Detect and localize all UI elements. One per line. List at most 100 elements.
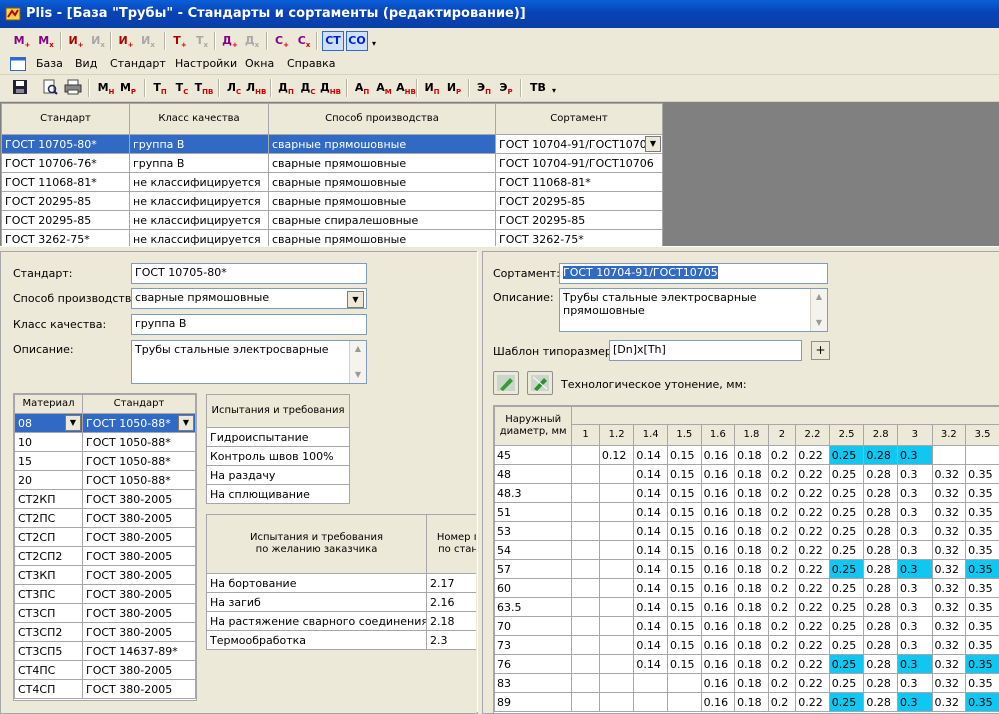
col-header-quality[interactable]: Класс качества [130, 104, 269, 135]
thinning-cell[interactable]: 0.3 [897, 446, 932, 465]
thinning-cell[interactable]: 0.15 [668, 446, 702, 465]
thickness-header[interactable]: 2.2 [796, 425, 830, 446]
toolbar3-button-7[interactable]: ДП [276, 78, 296, 98]
test-cell[interactable]: На сплющивание [207, 485, 350, 504]
thinning-cell[interactable]: 0.16 [701, 617, 735, 636]
thinning-cell[interactable]: 0.15 [668, 522, 702, 541]
material-cell[interactable]: ГОСТ 380-2005 [83, 585, 196, 604]
toolbar1-button-9[interactable]: Дx [242, 31, 262, 51]
thinning-cell[interactable]: 0.16 [701, 674, 735, 693]
standard-cell[interactable]: ГОСТ 10704-91/ГОСТ10705▼ [496, 135, 663, 154]
thinning-cell[interactable]: 0.18 [735, 636, 769, 655]
thinning-cell[interactable] [572, 484, 599, 503]
customer-test-cell[interactable]: На растяжение сварного соединения [207, 612, 427, 631]
menu-item-2[interactable]: Стандарт [110, 54, 166, 74]
material-cell[interactable]: СТ3ПС [15, 585, 83, 604]
toolbar1-button-4[interactable]: И+ [116, 31, 136, 51]
standard-cell[interactable]: ГОСТ 20295-85 [2, 192, 130, 211]
thinning-cell[interactable]: 0.32 [932, 674, 966, 693]
thinning-cell[interactable]: 0.28 [864, 655, 898, 674]
thickness-header[interactable]: 1.8 [735, 425, 769, 446]
diameter-row[interactable]: 48.30.140.150.160.180.20.220.250.280.30.… [495, 484, 999, 503]
thinning-cell[interactable]: 0.18 [735, 522, 769, 541]
test-row[interactable]: На сплющивание [207, 485, 350, 504]
thinning-cell[interactable] [572, 636, 599, 655]
thinning-cell[interactable]: 0.22 [796, 560, 830, 579]
menu-item-1[interactable]: Вид [75, 54, 97, 74]
chevron-down-icon[interactable]: ▼ [178, 415, 194, 431]
material-row[interactable]: 08▼ГОСТ 1050-88*▼ [15, 414, 196, 433]
thinning-cell[interactable]: 0.18 [735, 465, 769, 484]
thinning-cell[interactable]: 0.3 [897, 617, 932, 636]
thinning-cell[interactable]: 0.3 [897, 541, 932, 560]
thinning-cell[interactable] [572, 655, 599, 674]
standard-cell[interactable]: ГОСТ 11068-81* [2, 173, 130, 192]
thinning-cell[interactable]: 0.2 [768, 560, 795, 579]
thinning-cell[interactable]: 0.16 [701, 655, 735, 674]
material-cell[interactable]: ГОСТ 1050-88* [83, 452, 196, 471]
thinning-cell[interactable] [572, 503, 599, 522]
thinning-cell[interactable]: 0.32 [932, 522, 966, 541]
diameter-row[interactable]: 63.50.140.150.160.180.20.220.250.280.30.… [495, 598, 999, 617]
toolbar1-button-1[interactable]: Mx [36, 31, 56, 51]
customer-test-cell[interactable]: 2.18 [427, 612, 477, 631]
thinning-cell[interactable]: 0.18 [735, 598, 769, 617]
thinning-cell[interactable] [599, 693, 634, 712]
thinning-cell[interactable]: 0.2 [768, 484, 795, 503]
thinning-cell[interactable]: 0.28 [864, 674, 898, 693]
thinning-cell[interactable]: 0.3 [897, 655, 932, 674]
material-cell[interactable]: ГОСТ 380-2005 [83, 604, 196, 623]
toolbar1-button-12[interactable]: СТ [322, 31, 344, 51]
scroll-down-icon[interactable]: ▼ [812, 316, 826, 330]
thinning-cell[interactable] [572, 579, 599, 598]
material-row[interactable]: СТ2СПГОСТ 380-2005 [15, 528, 196, 547]
standard-row[interactable]: ГОСТ 11068-81*не классифицируетсясварные… [2, 173, 663, 192]
thinning-cell[interactable] [599, 674, 634, 693]
thinning-cell[interactable]: 0.35 [966, 636, 999, 655]
thinning-cell[interactable]: 0.2 [768, 446, 795, 465]
thinning-cell[interactable]: 0.25 [829, 446, 864, 465]
description-scrollbar[interactable]: ▲ ▼ [349, 341, 366, 383]
menu-item-5[interactable]: Справка [287, 54, 335, 74]
thinning-cell[interactable]: 0.28 [864, 617, 898, 636]
thinning-cell[interactable]: 0.32 [932, 598, 966, 617]
thinning-cell[interactable]: 0.32 [932, 617, 966, 636]
thinning-cell[interactable]: 0.22 [796, 522, 830, 541]
diameter-row[interactable]: 530.140.150.160.180.20.220.250.280.30.32… [495, 522, 999, 541]
thinning-cell[interactable] [599, 579, 634, 598]
thinning-cell[interactable]: 0.18 [735, 579, 769, 598]
diameter-cell[interactable]: 60 [495, 579, 572, 598]
thinning-cell[interactable] [572, 465, 599, 484]
thinning-cell[interactable]: 0.28 [864, 598, 898, 617]
thinning-cell[interactable]: 0.18 [735, 484, 769, 503]
thinning-cell[interactable]: 0.16 [701, 693, 735, 712]
customer-test-cell[interactable]: 2.3 [427, 631, 477, 650]
thinning-cell[interactable]: 0.2 [768, 522, 795, 541]
diameter-row[interactable]: 890.160.180.20.220.250.280.30.320.35 [495, 693, 999, 712]
thinning-cell[interactable]: 0.3 [897, 465, 932, 484]
thinning-cell[interactable]: 0.22 [796, 579, 830, 598]
thinning-cell[interactable]: 0.14 [634, 541, 668, 560]
diameter-cell[interactable]: 54 [495, 541, 572, 560]
standard-cell[interactable]: не классифицируется [130, 211, 269, 230]
toolbar3-button-1[interactable]: МР [118, 78, 138, 98]
thinning-cell[interactable]: 0.3 [897, 484, 932, 503]
thinning-cell[interactable]: 0.15 [668, 579, 702, 598]
toolbar1-button-5[interactable]: Иx [138, 31, 158, 51]
standard-cell[interactable]: не классифицируется [130, 173, 269, 192]
toolbar3-button-13[interactable]: ИП [422, 78, 442, 98]
tests-header[interactable]: Испытания и требования [207, 395, 350, 428]
thinning-cell[interactable]: 0.25 [829, 560, 864, 579]
thickness-header[interactable]: 1 [572, 425, 599, 446]
standard-row[interactable]: ГОСТ 10705-80*группа Всварные прямошовны… [2, 135, 663, 154]
material-cell[interactable]: ГОСТ 1050-88* [83, 433, 196, 452]
material-cell[interactable]: СТ4СП [15, 680, 83, 699]
print-icon[interactable] [64, 79, 82, 95]
thinning-cell[interactable]: 0.2 [768, 636, 795, 655]
thinning-cell[interactable]: 0.3 [897, 636, 932, 655]
thinning-cell[interactable] [599, 655, 634, 674]
thinning-cell[interactable]: 0.28 [864, 522, 898, 541]
standard-cell[interactable]: сварные спиралешовные [269, 211, 496, 230]
thinning-cell[interactable]: 0.2 [768, 503, 795, 522]
menu-item-4[interactable]: Окна [245, 54, 274, 74]
